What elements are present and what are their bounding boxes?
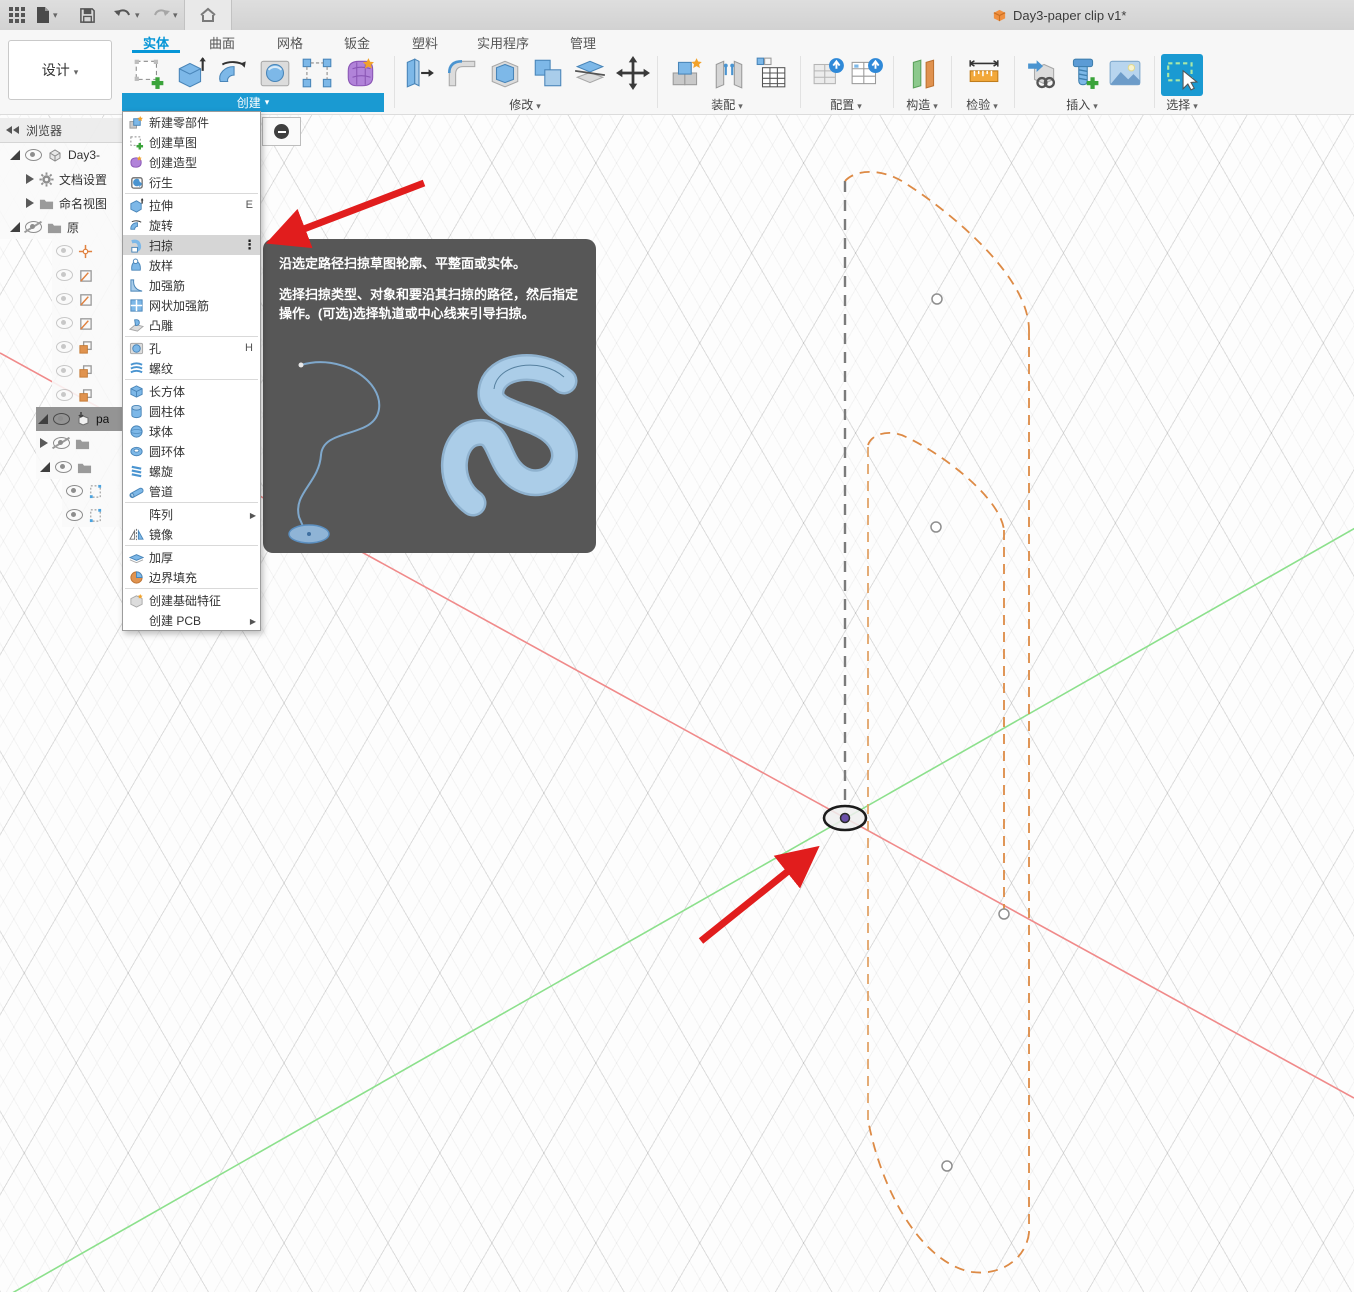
- arrow-to-profile-circle: [698, 845, 820, 944]
- arrow-to-sweep-menu-item: [265, 179, 426, 249]
- annotation-arrows: [265, 179, 820, 944]
- fusion360-window: 浏览器 Day3- 文档设置 命名视图 原 pa ▾ ▾ ▾ Day3-pape…: [0, 0, 1354, 1292]
